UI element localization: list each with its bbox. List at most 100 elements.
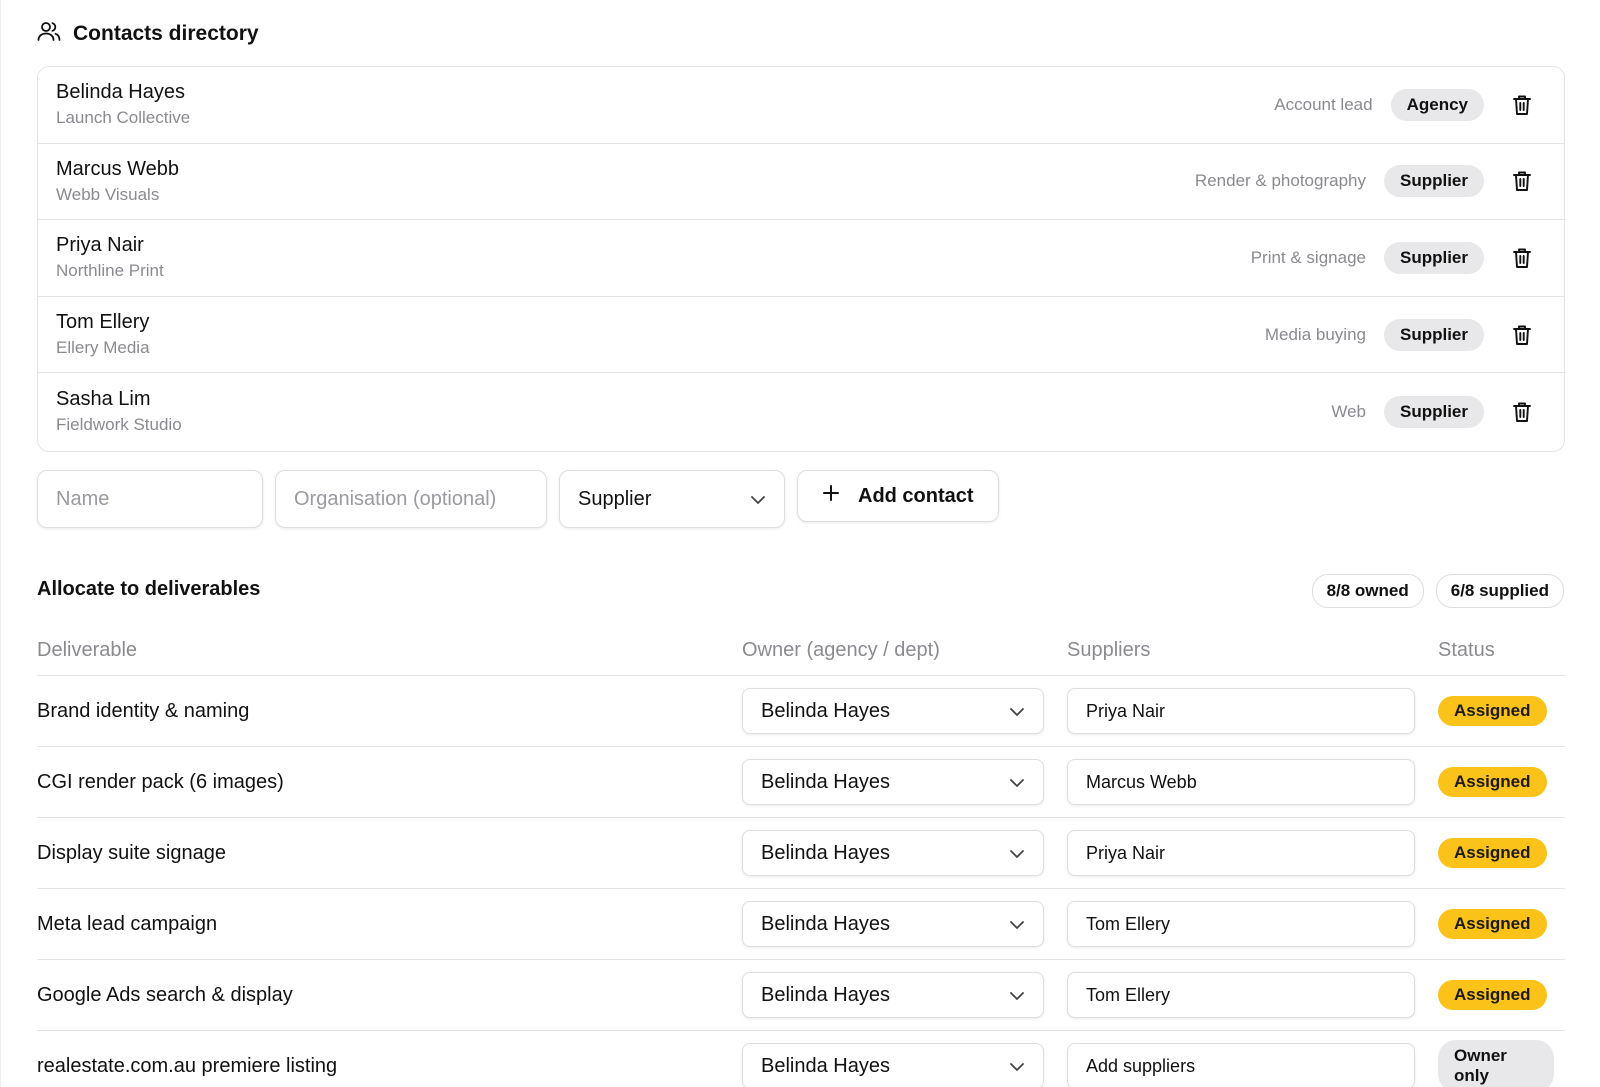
contact-meta: Render & photography Supplier — [1195, 144, 1542, 220]
deliverable-name: Brand identity & naming — [37, 699, 250, 722]
contact-row: Priya Nair Northline Print Print & signage… — [38, 220, 1564, 297]
status-cell: Assigned — [1438, 838, 1547, 868]
chevron-down-icon — [1009, 984, 1025, 1007]
suppliers-value: Priya Nair — [1086, 842, 1166, 863]
contact-identity: Marcus Webb Webb Visuals — [56, 158, 179, 205]
owner-cell: Belinda Hayes — [742, 1043, 1044, 1087]
contact-type-badge: Supplier — [1383, 318, 1484, 351]
table-row: CGI render pack (6 images) Belinda Hayes M… — [37, 747, 1565, 818]
suppliers-value: Marcus Webb — [1086, 771, 1197, 792]
chevron-down-icon — [1009, 842, 1025, 865]
contact-type-value: Supplier — [578, 487, 652, 510]
contact-role: Render & photography — [1194, 171, 1366, 191]
owner-select[interactable]: Belinda Hayes — [742, 759, 1044, 805]
add-contact-label: Add contact — [858, 484, 974, 507]
trash-icon[interactable] — [1502, 85, 1542, 125]
status-cell: Assigned — [1438, 909, 1547, 939]
add-contact-form: Supplier Add contact — [37, 470, 999, 528]
owner-cell: Belinda Hayes — [742, 688, 1044, 734]
suppliers-value: Priya Nair — [1086, 700, 1166, 721]
suppliers-input[interactable]: Priya Nair — [1067, 688, 1415, 734]
owner-select[interactable]: Belinda Hayes — [742, 830, 1044, 876]
deliverable-name: Google Ads search & display — [37, 983, 293, 1006]
status-badge: Assigned — [1438, 767, 1547, 797]
chevron-down-icon — [1009, 1055, 1025, 1078]
status-badge: Owner only — [1438, 1040, 1554, 1087]
owner-value: Belinda Hayes — [761, 1054, 890, 1077]
deliverables-table: Deliverable Owner (agency / dept) Suppli… — [37, 626, 1565, 1087]
table-row: Display suite signage Belinda Hayes Priya … — [37, 818, 1565, 889]
owner-value: Belinda Hayes — [761, 983, 890, 1006]
table-row: Meta lead campaign Belinda Hayes Tom Eller… — [37, 889, 1565, 960]
owned-count-badge: 8/8 owned — [1311, 574, 1424, 608]
contact-row: Sasha Lim Fieldwork Studio Web Supplier — [38, 373, 1564, 450]
contact-organisation: Launch Collective — [56, 108, 191, 128]
contact-organisation: Ellery Media — [56, 338, 150, 358]
owner-cell: Belinda Hayes — [742, 901, 1044, 947]
contact-type-badge: Agency — [1390, 88, 1484, 121]
contact-name: Tom Ellery — [56, 311, 150, 334]
contact-meta: Account lead Agency — [1274, 67, 1542, 143]
trash-icon[interactable] — [1502, 238, 1542, 278]
status-cell: Assigned — [1438, 980, 1547, 1010]
suppliers-input[interactable]: Tom Ellery — [1067, 972, 1415, 1018]
suppliers-cell: Tom Ellery — [1067, 901, 1415, 947]
organisation-input[interactable] — [275, 470, 547, 528]
contact-organisation: Northline Print — [56, 261, 164, 281]
owner-select[interactable]: Belinda Hayes — [742, 972, 1044, 1018]
suppliers-input[interactable]: Add suppliers — [1067, 1043, 1415, 1087]
status-badge: Assigned — [1438, 696, 1547, 726]
users-icon — [37, 20, 61, 47]
suppliers-cell: Add suppliers — [1067, 1043, 1415, 1087]
contact-type-select[interactable]: Supplier — [559, 470, 785, 528]
plus-icon — [822, 484, 840, 508]
contact-organisation: Fieldwork Studio — [56, 415, 182, 435]
deliverable-name: Display suite signage — [37, 841, 226, 864]
owner-cell: Belinda Hayes — [742, 759, 1044, 805]
owner-select[interactable]: Belinda Hayes — [742, 688, 1044, 734]
suppliers-value: Tom Ellery — [1086, 984, 1171, 1005]
owner-value: Belinda Hayes — [761, 770, 890, 793]
name-input[interactable] — [37, 470, 263, 528]
contact-meta: Web Supplier — [1331, 373, 1542, 450]
suppliers-input[interactable]: Priya Nair — [1067, 830, 1415, 876]
trash-icon[interactable] — [1502, 392, 1542, 432]
supplied-count-badge: 6/8 supplied — [1435, 574, 1564, 608]
contact-type-badge: Supplier — [1383, 241, 1484, 274]
suppliers-input[interactable]: Marcus Webb — [1067, 759, 1415, 805]
owner-cell: Belinda Hayes — [742, 972, 1044, 1018]
contact-name: Belinda Hayes — [56, 81, 185, 104]
chevron-down-icon — [1009, 700, 1025, 723]
add-contact-button[interactable]: Add contact — [797, 470, 999, 522]
table-row: Google Ads search & display Belinda Hayes… — [37, 960, 1565, 1031]
contact-type-badge: Supplier — [1383, 395, 1484, 428]
contact-role: Account lead — [1274, 94, 1373, 114]
column-header-suppliers: Suppliers — [1067, 639, 1151, 661]
trash-icon[interactable] — [1502, 315, 1542, 355]
trash-icon[interactable] — [1502, 161, 1542, 201]
table-body: Brand identity & naming Belinda Hayes Priy… — [37, 676, 1565, 1087]
owner-select[interactable]: Belinda Hayes — [742, 1043, 1044, 1087]
status-cell: Assigned — [1438, 696, 1547, 726]
contact-row: Belinda Hayes Launch Collective Account le… — [38, 67, 1564, 144]
status-cell: Owner only — [1438, 1040, 1554, 1087]
suppliers-cell: Marcus Webb — [1067, 759, 1415, 805]
contacts-list: Belinda Hayes Launch Collective Account le… — [37, 66, 1565, 452]
suppliers-value: Add suppliers — [1086, 1055, 1196, 1076]
table-row: Brand identity & naming Belinda Hayes Priy… — [37, 676, 1565, 747]
owner-value: Belinda Hayes — [761, 699, 890, 722]
suppliers-input[interactable]: Tom Ellery — [1067, 901, 1415, 947]
deliverable-name: CGI render pack (6 images) — [37, 770, 284, 793]
contact-identity: Sasha Lim Fieldwork Studio — [56, 388, 182, 435]
suppliers-cell: Priya Nair — [1067, 688, 1415, 734]
contact-identity: Priya Nair Northline Print — [56, 234, 164, 281]
contact-role: Web — [1331, 401, 1366, 421]
owner-select[interactable]: Belinda Hayes — [742, 901, 1044, 947]
contact-row: Tom Ellery Ellery Media Media buying Suppli… — [38, 297, 1564, 374]
contact-type-badge: Supplier — [1383, 165, 1484, 198]
table-row: realestate.com.au premiere listing Belind… — [37, 1031, 1565, 1087]
owner-cell: Belinda Hayes — [742, 830, 1044, 876]
status-cell: Assigned — [1438, 767, 1547, 797]
contact-organisation: Webb Visuals — [56, 184, 160, 204]
contact-role: Print & signage — [1250, 247, 1366, 267]
